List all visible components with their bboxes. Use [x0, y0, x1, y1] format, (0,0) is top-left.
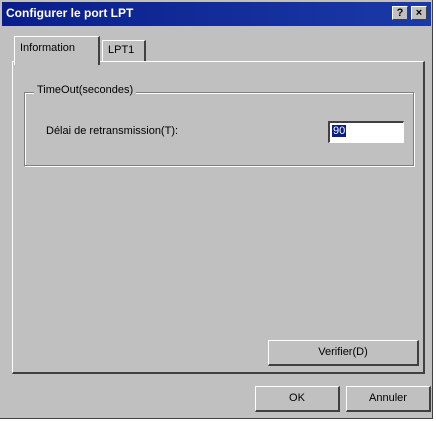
retransmission-delay-input[interactable]: 90	[328, 121, 404, 143]
timeout-group-legend: TimeOut(secondes)	[34, 84, 137, 96]
ok-button[interactable]: OK	[255, 386, 340, 412]
help-icon: ?	[396, 7, 404, 19]
verify-button[interactable]: Verifier(D)	[268, 340, 419, 366]
retransmission-delay-label: Délai de retransmission(T):	[46, 125, 179, 137]
dialog-window: Configurer le port LPT ? × Information L…	[0, 0, 433, 419]
help-button[interactable]: ?	[392, 6, 408, 20]
tab-information[interactable]: Information	[14, 36, 100, 65]
close-icon: ×	[415, 7, 423, 19]
title-bar[interactable]: Configurer le port LPT ? ×	[2, 2, 431, 26]
retransmission-delay-value: 90	[332, 125, 347, 137]
close-button[interactable]: ×	[411, 6, 427, 20]
tab-lpt1[interactable]: LPT1	[102, 40, 146, 62]
window-title: Configurer le port LPT	[6, 6, 134, 20]
cancel-button[interactable]: Annuler	[346, 386, 431, 412]
